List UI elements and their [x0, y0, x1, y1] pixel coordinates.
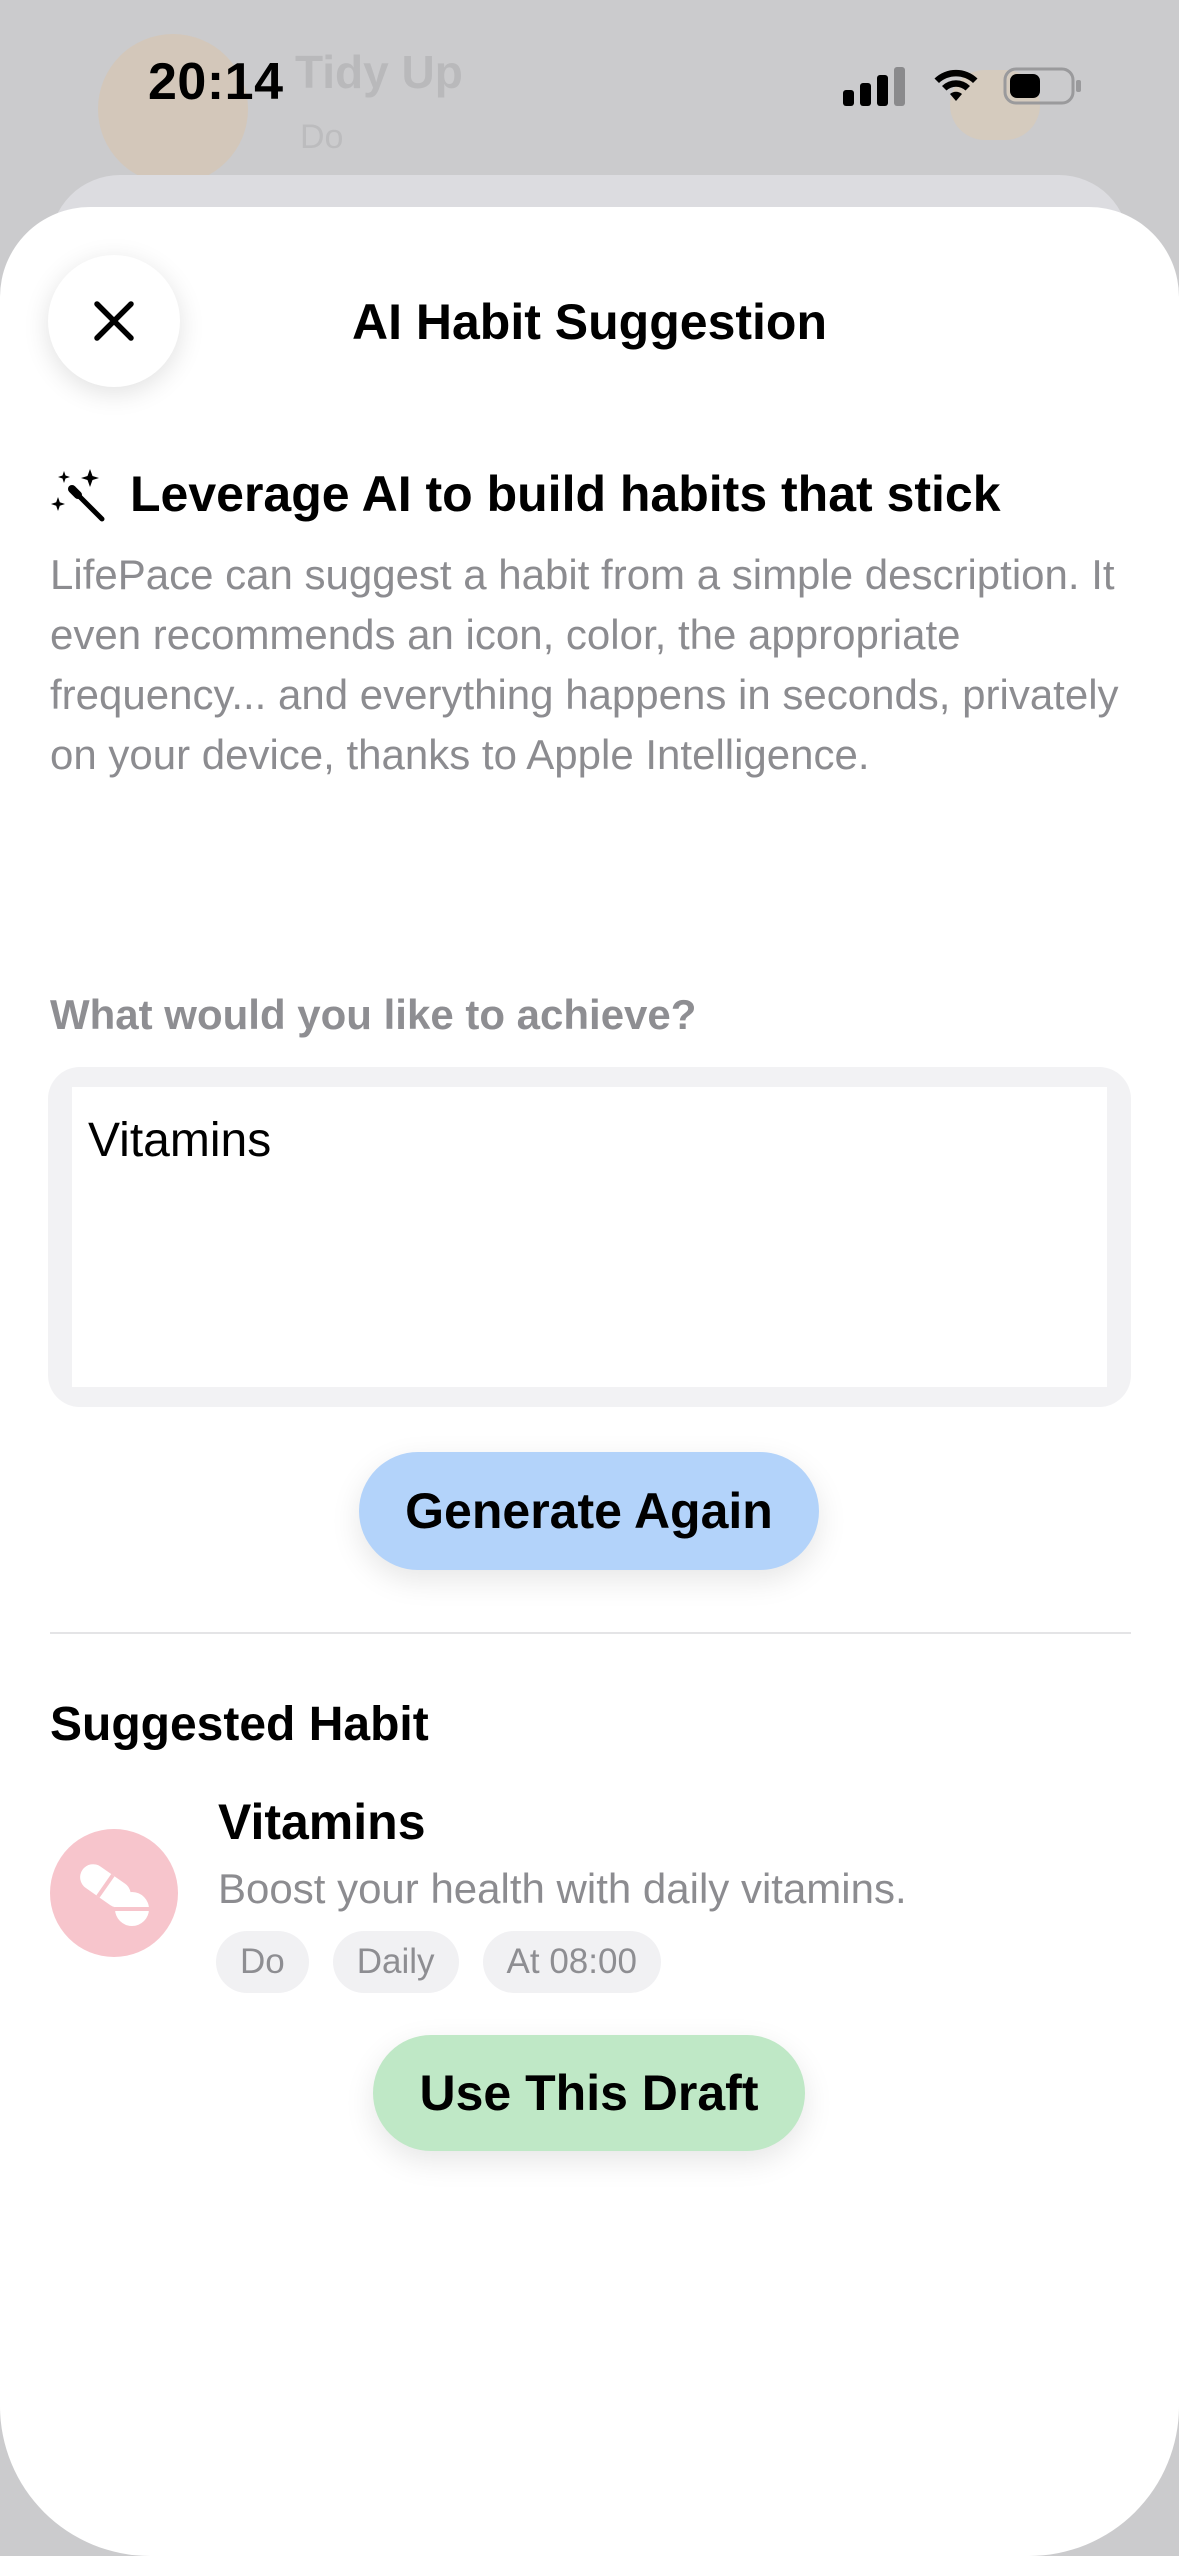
status-time: 20:14 [148, 53, 284, 111]
prompt-field-container: Vitamins [48, 1067, 1131, 1407]
prompt-text-area[interactable]: Vitamins [72, 1087, 1107, 1387]
prompt-label: What would you like to achieve? [50, 991, 697, 1038]
status-bar: 20:14 [0, 0, 1179, 170]
habit-description: Boost your health with daily vitamins. [218, 1865, 907, 1912]
habit-name: Vitamins [218, 1794, 426, 1850]
habit-chips: Do Daily At 08:00 [216, 1931, 661, 1993]
pills-icon [80, 1864, 149, 1926]
use-this-draft-button[interactable]: Use This Draft [373, 2035, 805, 2151]
magic-wand-icon [51, 469, 105, 522]
wifi-icon [934, 69, 978, 101]
sheet-title: AI Habit Suggestion [352, 294, 827, 350]
battery-icon [1003, 67, 1081, 105]
cellular-signal-icon [843, 66, 905, 106]
habit-type-chip: Do [216, 1931, 309, 1993]
divider [50, 1632, 1131, 1634]
suggested-habit-heading: Suggested Habit [50, 1698, 429, 1751]
intro-description: LifePace can suggest a habit from a simp… [50, 551, 1119, 778]
habit-time-chip: At 08:00 [482, 1931, 661, 1993]
intro-heading-text: Leverage AI to build habits that stick [130, 466, 1001, 522]
generate-again-button[interactable]: Generate Again [359, 1452, 819, 1570]
intro-heading: Leverage AI to build habits that stick [50, 465, 1001, 523]
habit-frequency-chip: Daily [332, 1931, 459, 1993]
ai-suggestion-sheet: AI Habit Suggestion Leverage AI to build… [0, 207, 1179, 2556]
status-icons [843, 62, 1083, 110]
habit-icon-badge [50, 1829, 178, 1957]
